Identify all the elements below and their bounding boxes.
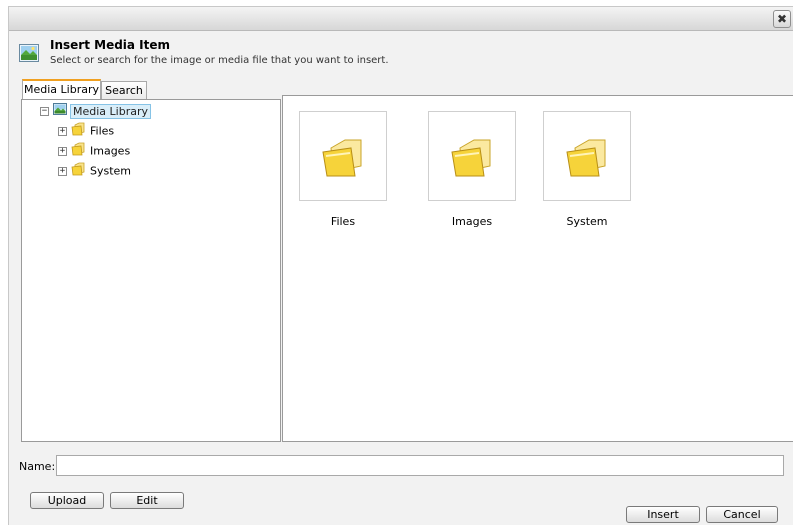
media-library-icon [53,103,67,120]
insert-button[interactable]: Insert [626,506,700,523]
edit-button[interactable]: Edit [110,492,184,509]
dialog-title: Insert Media Item [50,38,171,52]
dialog-subtitle: Select or search for the image or media … [50,55,389,66]
folder-icon [71,142,87,161]
tree-label[interactable]: Media Library [70,103,151,119]
close-icon: ✖ [776,12,788,26]
tree-node-system[interactable]: + System [58,162,131,178]
media-item-label: Images [451,215,493,228]
media-item-images[interactable] [428,111,516,201]
media-image-icon [19,43,39,63]
tab-media-library[interactable]: Media Library [22,79,101,100]
folder-icon [566,139,606,177]
name-field[interactable] [56,455,784,476]
media-item-label: Files [330,215,356,228]
tab-search[interactable]: Search [101,81,147,100]
tree-label[interactable]: Images [90,145,130,158]
media-items-panel: Files Images System [282,95,793,442]
media-item-label: System [566,215,608,228]
upload-button[interactable]: Upload [30,492,104,509]
media-item-files[interactable] [299,111,387,201]
tree-label[interactable]: Files [90,125,114,138]
tree-node-files[interactable]: + Files [58,122,114,138]
tree-node-images[interactable]: + Images [58,142,130,158]
dialog-titlebar: ✖ [9,7,793,31]
insert-media-dialog: ✖ Insert Media Item Select or search for… [8,6,793,525]
folder-icon [71,122,87,141]
media-tree-panel: − Media Library + Files + Images + System [21,99,281,442]
close-button[interactable]: ✖ [773,10,791,28]
tree-label[interactable]: System [90,165,131,178]
collapse-icon[interactable]: − [40,107,49,116]
expand-icon[interactable]: + [58,147,67,156]
folder-icon [322,139,362,177]
media-item-system[interactable] [543,111,631,201]
cancel-button[interactable]: Cancel [706,506,778,523]
expand-icon[interactable]: + [58,167,67,176]
name-label: Name: [19,460,56,473]
folder-icon [451,139,491,177]
expand-icon[interactable]: + [58,127,67,136]
tree-node-media-library[interactable]: − Media Library [40,103,151,119]
folder-icon [71,162,87,181]
